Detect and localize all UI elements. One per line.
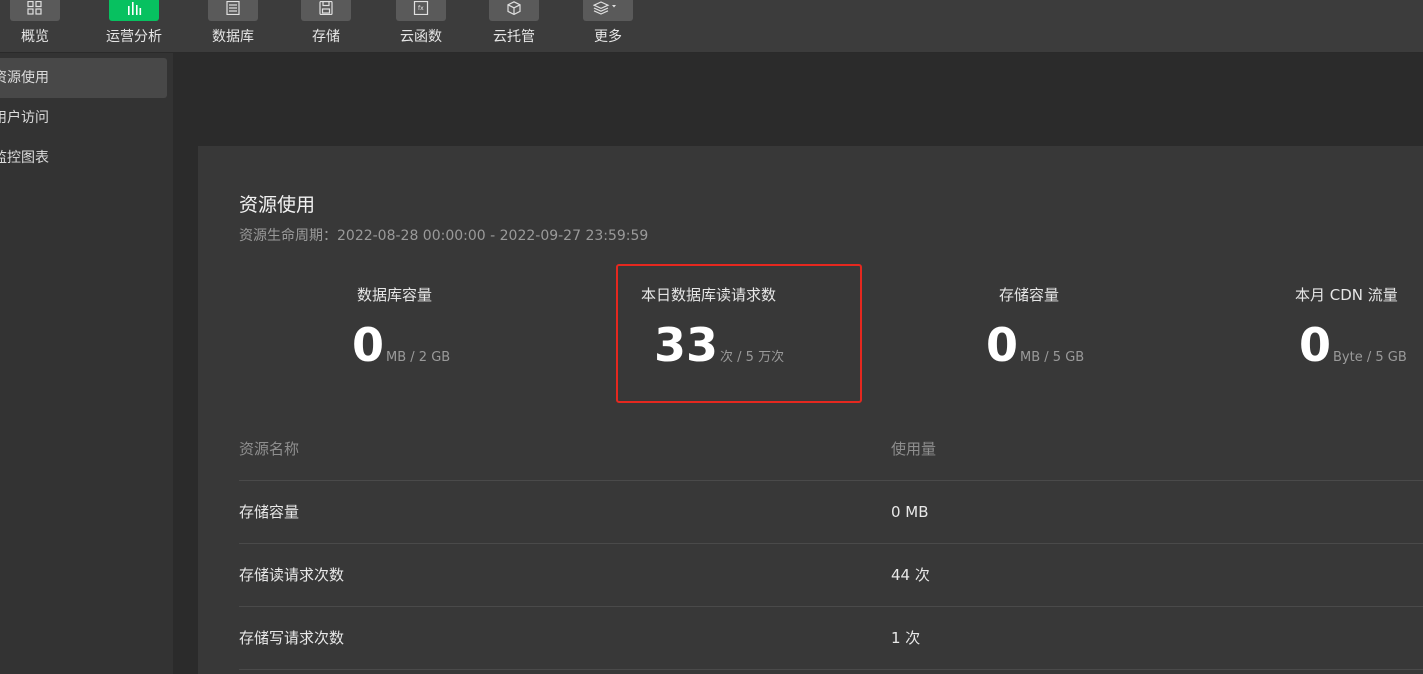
analytics-button[interactable] [109, 0, 159, 21]
resource-usage-panel: 资源使用 资源生命周期：2022-08-28 00:00:00 - 2022-0… [198, 146, 1423, 674]
toolbar-analytics[interactable]: 运营分析 [94, 0, 174, 53]
sidebar-item-label: 监控图表 [0, 150, 49, 166]
page-title: 资源使用 [239, 194, 316, 216]
sidebar-item-monitoring-charts[interactable]: 监控图表 [0, 138, 167, 178]
overview-button[interactable] [10, 0, 60, 21]
layers-icon [593, 1, 616, 15]
stat-value-row: 0 MB / 2 GB [352, 318, 450, 372]
toolbar-overview[interactable]: 概览 [0, 0, 75, 53]
resource-lifecycle-text: 资源生命周期：2022-08-28 00:00:00 - 2022-09-27 … [239, 228, 649, 244]
stat-label: 数据库容量 [357, 286, 433, 304]
toolbar-label: 云函数 [400, 29, 442, 45]
stat-label: 本月 CDN 流量 [1295, 286, 1398, 304]
svg-text:fx: fx [418, 5, 424, 12]
stat-unit: Byte / 5 GB [1333, 350, 1407, 365]
stat-storage-capacity: 存储容量 0 MB / 5 GB [973, 284, 1173, 404]
cube-icon [507, 1, 521, 15]
table-row: 存储读请求次数 44 次 [239, 544, 1423, 607]
stat-value-row: 33 次 / 5 万次 [654, 318, 784, 372]
toolbar-cloud-hosting[interactable]: 云托管 [474, 0, 554, 53]
toolbar-label: 运营分析 [106, 29, 162, 45]
sidebar-item-user-access[interactable]: 用户访问 [0, 98, 167, 138]
grid-icon [27, 1, 42, 15]
toolbar-more[interactable]: 更多 [568, 0, 648, 53]
stat-value: 33 [654, 318, 719, 372]
resource-name-cell: 存储读请求次数 [239, 566, 345, 584]
resource-name-cell: 存储容量 [239, 503, 300, 521]
toolbar-label: 更多 [594, 29, 622, 45]
top-toolbar: 概览 运营分析 数据库 存储 fx 云函数 云托管 更多 [0, 0, 1423, 53]
sidebar-item-label: 资源使用 [0, 70, 49, 86]
sidebar-item-label: 用户访问 [0, 110, 49, 126]
stat-unit: MB / 5 GB [1020, 350, 1085, 365]
storage-button[interactable] [301, 0, 351, 21]
caret-down-icon [612, 5, 616, 8]
cloud-hosting-button[interactable] [489, 0, 539, 21]
stat-database-capacity: 数据库容量 0 MB / 2 GB [316, 284, 516, 404]
toolbar-storage[interactable]: 存储 [286, 0, 366, 53]
stat-unit: MB / 2 GB [386, 350, 451, 365]
stat-daily-db-read-requests: 本日数据库读请求数 33 次 / 5 万次 [641, 284, 861, 404]
stat-monthly-cdn-traffic: 本月 CDN 流量 0 Byte / 5 GB [1288, 284, 1423, 404]
toolbar-label: 云托管 [493, 29, 535, 45]
usage-cell: 1 次 [891, 629, 921, 647]
toolbar-label: 数据库 [212, 29, 254, 45]
function-icon: fx [413, 1, 429, 15]
table-row: 存储容量 0 MB [239, 481, 1423, 544]
sidebar: 资源使用 用户访问 监控图表 [0, 53, 173, 674]
stat-value: 0 [1299, 318, 1332, 372]
more-button[interactable] [583, 0, 633, 21]
resource-name-cell: 存储写请求次数 [239, 629, 345, 647]
table-header: 资源名称 使用量 [239, 417, 1423, 481]
usage-cell: 0 MB [891, 503, 929, 521]
database-button[interactable] [208, 0, 258, 21]
resource-table: 资源名称 使用量 存储容量 0 MB 存储读请求次数 44 次 存储写请求次数 … [239, 417, 1423, 670]
column-header-usage: 使用量 [891, 440, 937, 458]
cloud-function-button[interactable]: fx [396, 0, 446, 21]
usage-cell: 44 次 [891, 566, 930, 584]
toolbar-label: 概览 [21, 29, 49, 45]
toolbar-database[interactable]: 数据库 [193, 0, 273, 53]
toolbar-cloud-function[interactable]: fx 云函数 [381, 0, 461, 53]
database-icon [226, 1, 240, 15]
sidebar-item-resource-usage[interactable]: 资源使用 [0, 58, 167, 98]
stat-value-row: 0 MB / 5 GB [986, 318, 1084, 372]
main-content: 资源使用 资源生命周期：2022-08-28 00:00:00 - 2022-0… [173, 53, 1423, 674]
save-disk-icon [319, 1, 333, 15]
stat-value: 0 [986, 318, 1019, 372]
column-header-resource-name: 资源名称 [239, 440, 300, 458]
bar-chart-icon [128, 2, 142, 15]
stat-label: 存储容量 [999, 286, 1060, 304]
stat-label: 本日数据库读请求数 [641, 286, 777, 304]
stat-value-row: 0 Byte / 5 GB [1299, 318, 1407, 372]
stat-value: 0 [352, 318, 385, 372]
table-row: 存储写请求次数 1 次 [239, 607, 1423, 670]
stat-unit: 次 / 5 万次 [720, 350, 785, 365]
toolbar-label: 存储 [312, 29, 340, 45]
